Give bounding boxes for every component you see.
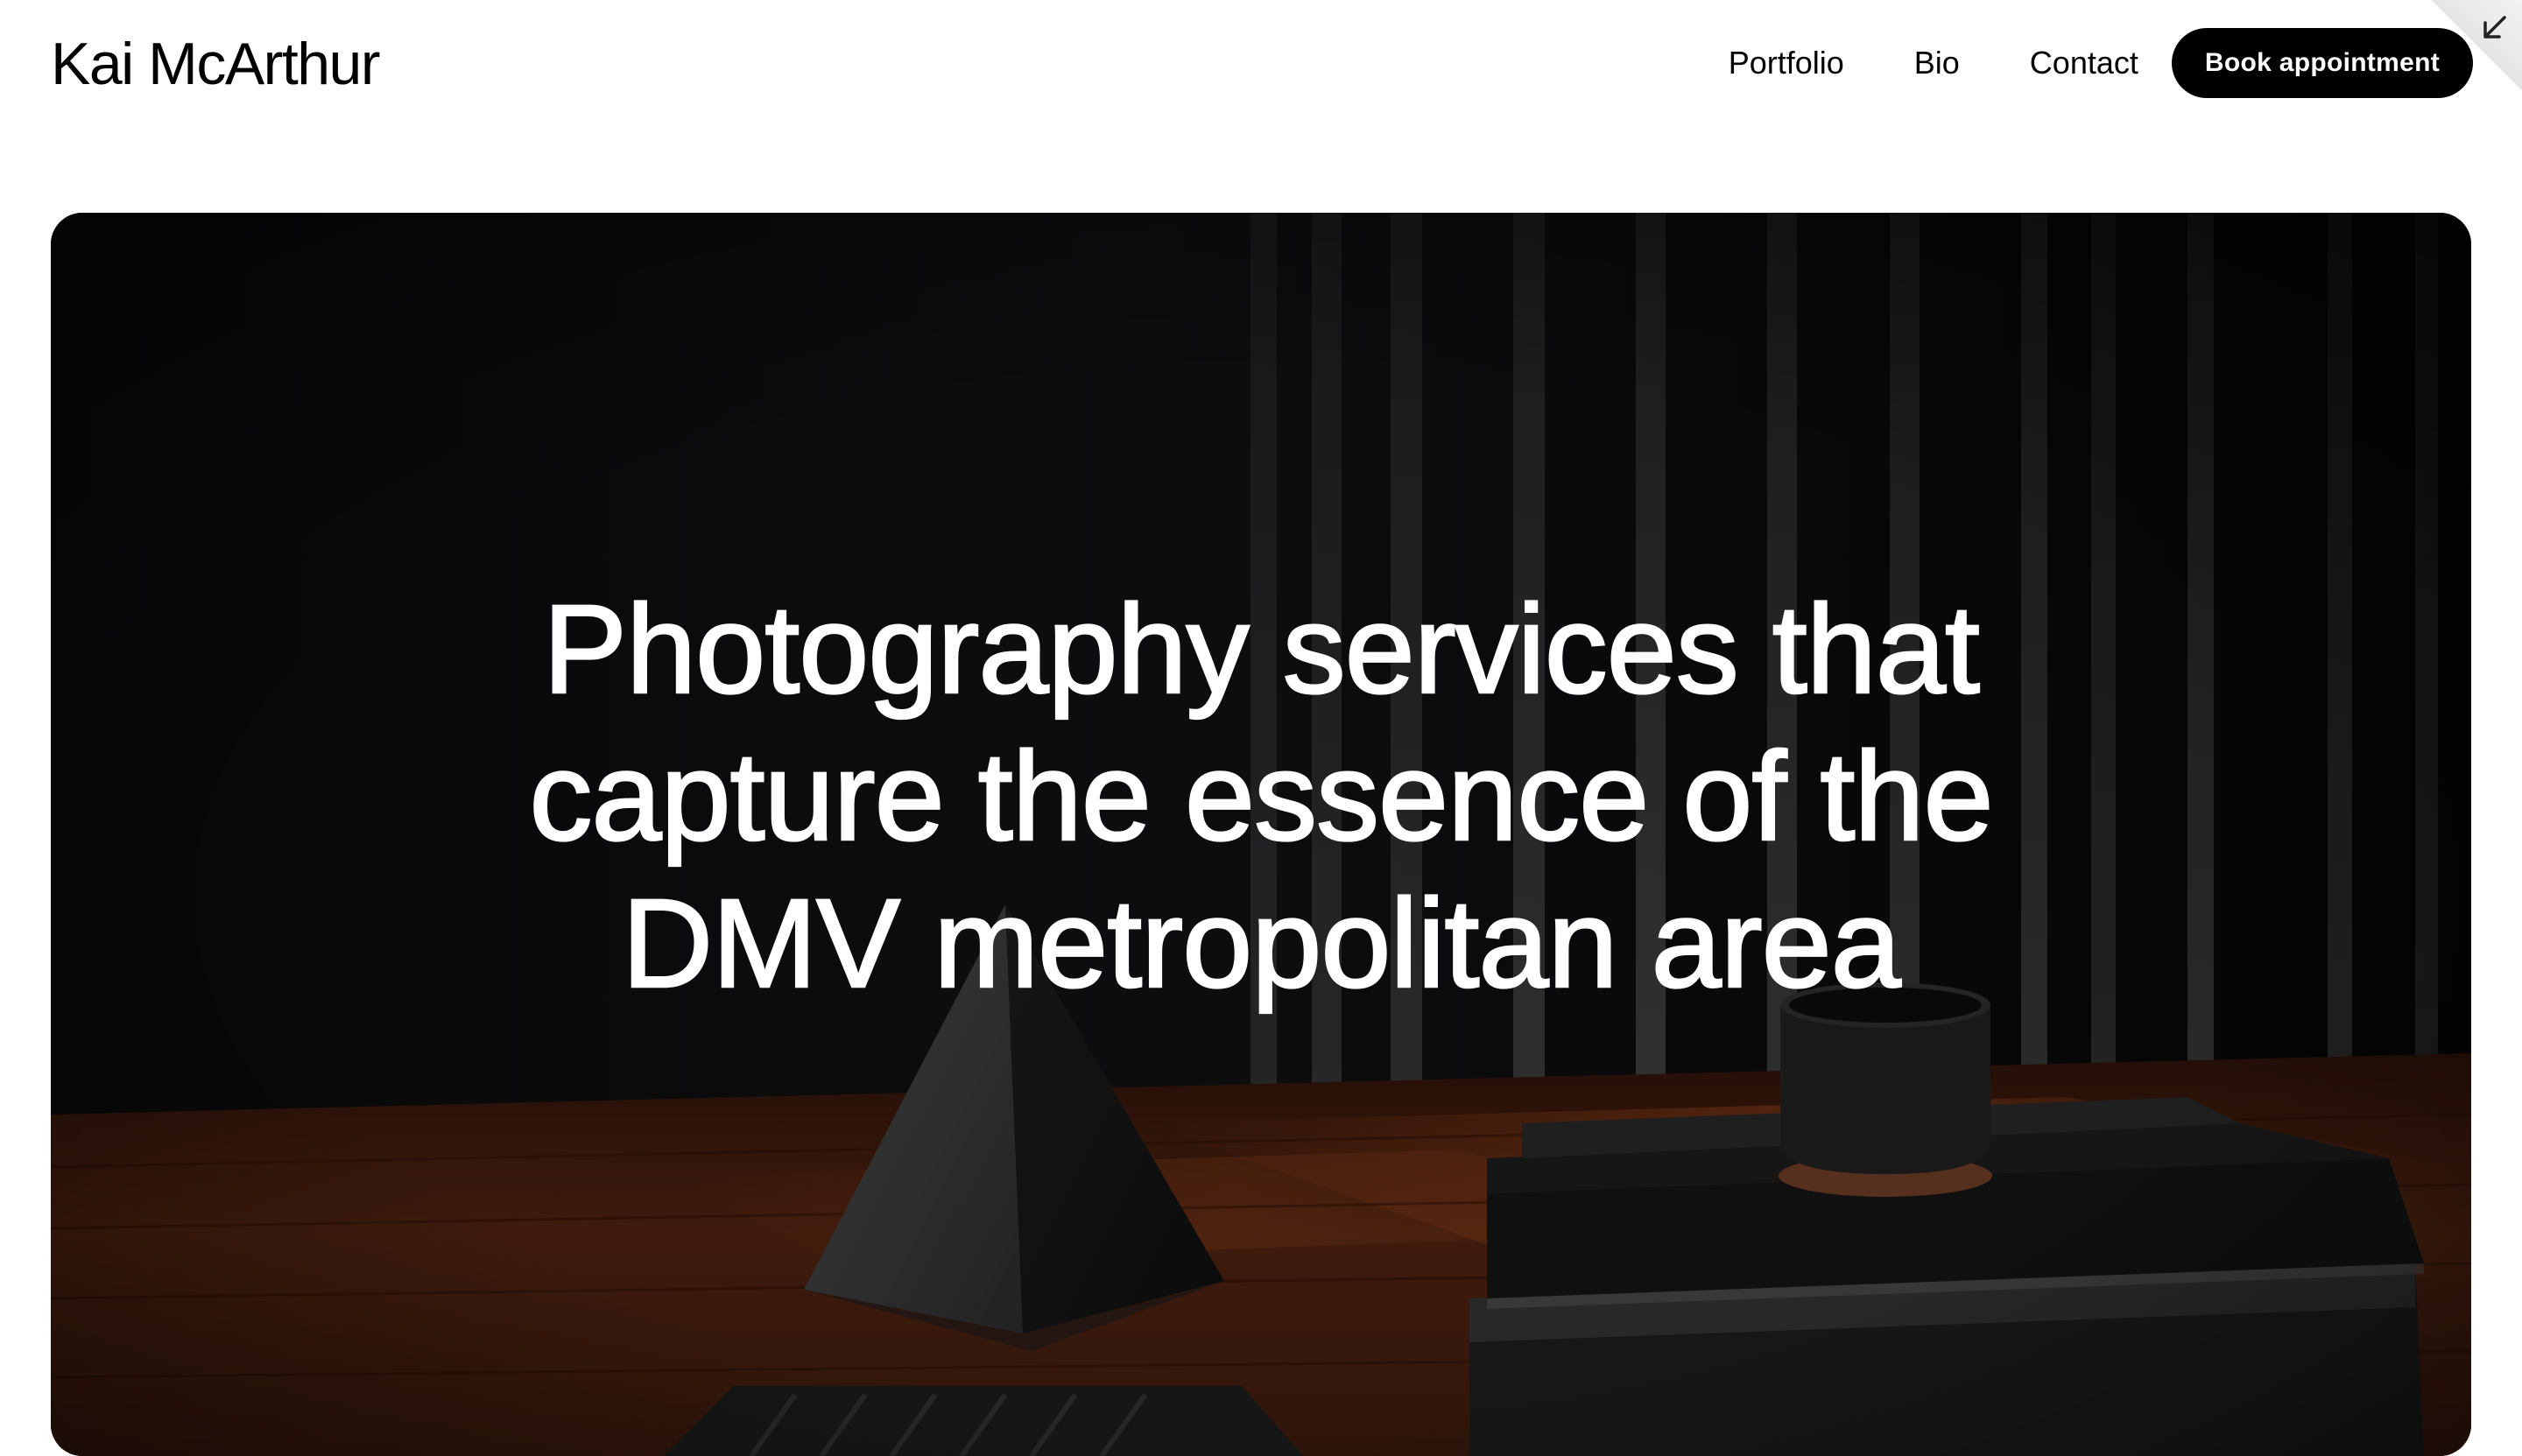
hero-section: Photography services that capture the es… bbox=[51, 213, 2471, 1456]
site-header: Kai McArthur Portfolio Bio Contact Book … bbox=[0, 0, 2522, 131]
site-logo[interactable]: Kai McArthur bbox=[51, 25, 381, 103]
hero-heading: Photography services that capture the es… bbox=[51, 576, 2471, 1017]
hero-heading-line: DMV metropolitan area bbox=[621, 872, 1902, 1016]
nav-link-bio[interactable]: Bio bbox=[1914, 28, 1960, 98]
nav-link-portfolio[interactable]: Portfolio bbox=[1729, 28, 1844, 98]
arrow-down-left-icon[interactable] bbox=[2478, 12, 2510, 44]
corner-fold[interactable] bbox=[2391, 0, 2522, 131]
hero-heading-line: capture the essence of the bbox=[528, 725, 1995, 869]
hero-heading-line: Photography services that bbox=[542, 578, 1981, 721]
nav-link-contact[interactable]: Contact bbox=[2030, 28, 2138, 98]
main-nav: Portfolio Bio Contact Book appointment bbox=[1729, 28, 2473, 98]
